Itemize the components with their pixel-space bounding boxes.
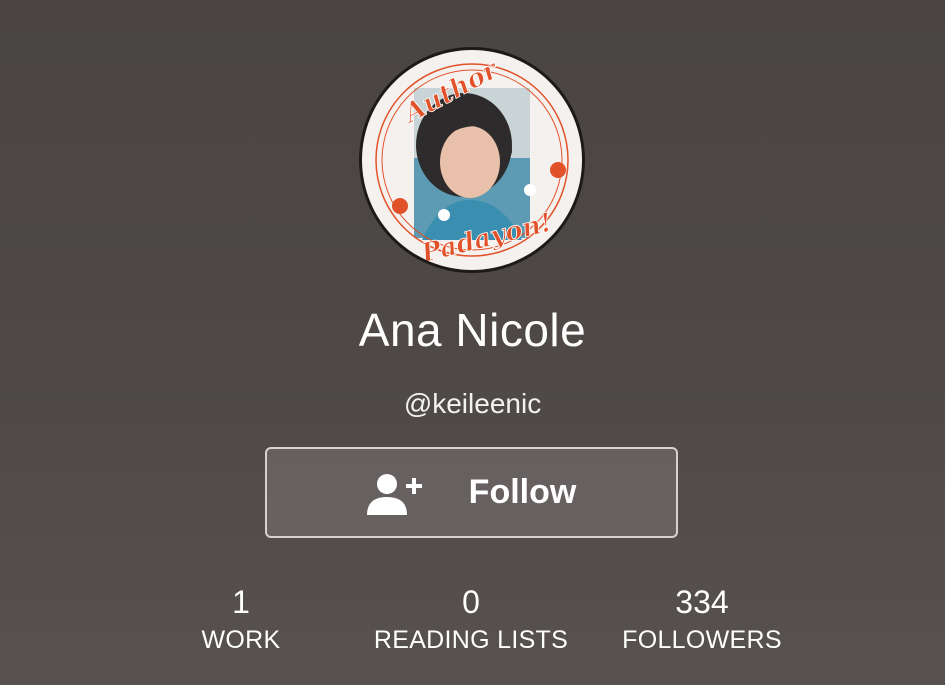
stat-works-label: WORK — [201, 626, 281, 654]
follow-button-label: Follow — [468, 473, 577, 511]
stat-followers-label: FOLLOWERS — [622, 626, 782, 654]
avatar-image: Author Padayon! — [362, 50, 582, 270]
stat-reading-lists-value: 0 — [462, 584, 480, 620]
follow-button[interactable]: Follow — [265, 447, 678, 538]
profile-avatar[interactable]: Author Padayon! — [359, 47, 585, 273]
stat-reading-lists[interactable]: 0 READING LISTS — [351, 582, 591, 658]
profile-name: Ana Nicole — [358, 304, 587, 356]
add-user-icon — [366, 471, 423, 515]
stat-reading-lists-label: READING LISTS — [373, 626, 569, 654]
stat-followers-value: 334 — [675, 584, 729, 620]
stat-works-value: 1 — [232, 584, 250, 620]
avatar-frame-graphic: Author Padayon! — [375, 54, 569, 270]
stat-followers[interactable]: 334 FOLLOWERS — [582, 582, 822, 658]
stat-works[interactable]: 1 WORK — [121, 582, 361, 658]
profile-handle: @keileenic — [403, 388, 542, 419]
